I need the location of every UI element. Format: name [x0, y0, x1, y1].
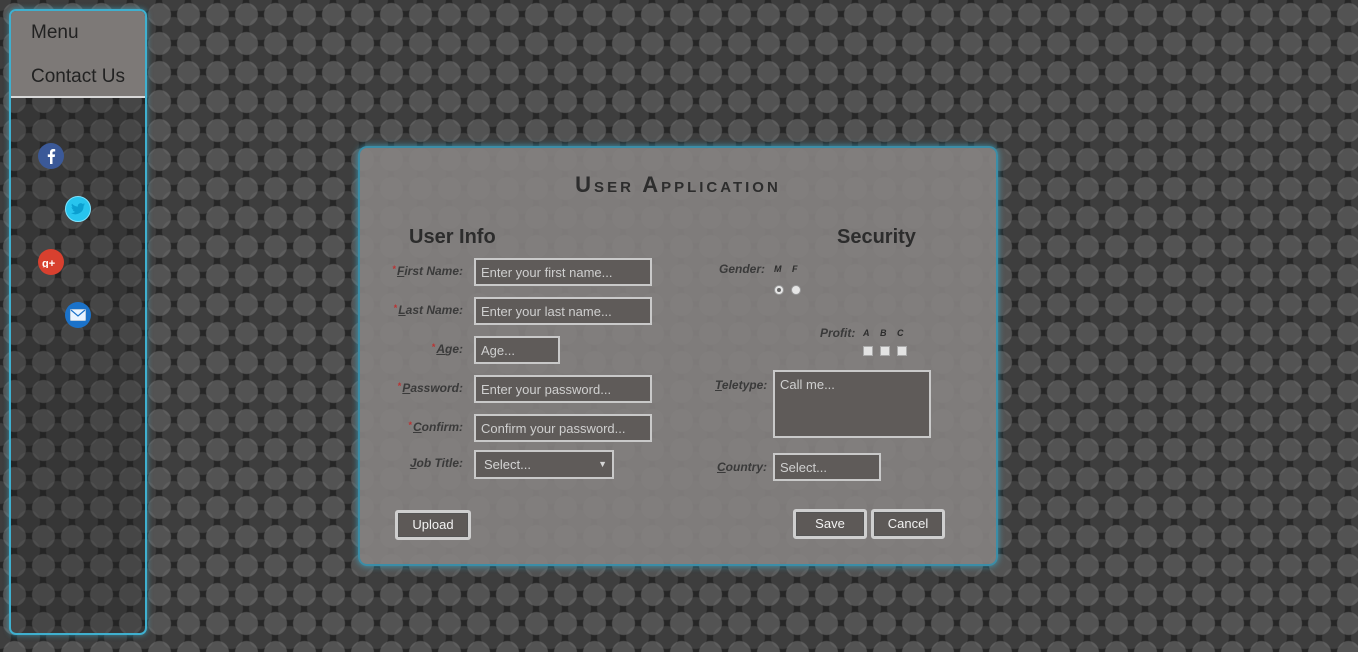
gender-radio-m[interactable] [774, 285, 784, 295]
profit-option-a-label: A [863, 328, 870, 338]
job-title-accesskey: J [409, 456, 417, 470]
sidebar-item-menu[interactable]: Menu [11, 19, 145, 63]
profit-checkbox-b[interactable] [880, 346, 890, 356]
last-name-accesskey: L [398, 303, 406, 317]
profit-option-c-label: C [897, 328, 904, 338]
password-label-text: assword: [410, 381, 463, 395]
profit-label: Profit: [820, 326, 856, 340]
security-heading: Security [837, 226, 916, 248]
confirm-label-text: onfirm: [421, 420, 463, 434]
country-label: Country: [717, 460, 767, 474]
teletype-textarea[interactable] [773, 370, 931, 438]
teletype-label: Teletype: [715, 378, 767, 392]
age-accesskey: A [436, 342, 445, 356]
teletype-accesskey: T [715, 378, 722, 392]
profit-option-b-label: B [880, 328, 887, 338]
age-label: *Age: [432, 342, 463, 356]
form-title: User Application [575, 172, 781, 197]
mail-icon[interactable] [65, 302, 91, 328]
facebook-icon[interactable] [38, 143, 64, 169]
gender-option-m-label: M [774, 264, 782, 274]
required-marker: * [408, 420, 412, 430]
upload-button[interactable]: Upload [395, 510, 471, 540]
age-label-text: ge: [445, 342, 463, 356]
required-marker: * [393, 303, 398, 313]
gender-option-f-label: F [792, 264, 798, 274]
user-info-heading: User Info [409, 226, 496, 248]
sidebar-menu: Menu Contact Us [11, 11, 145, 98]
confirm-password-input[interactable] [474, 414, 652, 442]
required-marker: * [397, 381, 402, 391]
first-name-label: *First Name: [392, 264, 463, 278]
last-name-input[interactable] [474, 297, 652, 325]
sidebar-item-contact-us[interactable]: Contact Us [11, 63, 145, 107]
teletype-label-text: eletype: [721, 378, 768, 392]
last-name-label-text: ast Name: [405, 303, 463, 317]
google-plus-icon[interactable]: g+ [38, 249, 64, 275]
required-marker: * [431, 342, 436, 352]
first-name-input[interactable] [474, 258, 652, 286]
confirm-label: *Confirm: [408, 420, 463, 434]
job-title-value: Select... [484, 457, 531, 472]
user-application-form: User Application User Info Security *Fir… [358, 146, 998, 566]
profit-checkbox-a[interactable] [863, 346, 873, 356]
required-marker: * [392, 264, 396, 274]
password-input[interactable] [474, 375, 652, 403]
first-name-label-text: irst Name: [404, 264, 463, 278]
job-title-select[interactable]: Select... ▼ [474, 450, 614, 479]
save-button[interactable]: Save [793, 509, 867, 539]
confirm-accesskey: C [413, 420, 422, 434]
gender-radio-f[interactable] [791, 285, 801, 295]
twitter-icon[interactable] [65, 196, 91, 222]
chevron-down-icon: ▼ [598, 459, 607, 469]
profit-checkbox-c[interactable] [897, 346, 907, 356]
job-title-label-text: ob Title: [416, 456, 463, 470]
svg-text:g+: g+ [42, 258, 55, 268]
password-label: *Password: [398, 381, 463, 395]
country-accesskey: C [717, 460, 726, 474]
country-label-text: ountry: [725, 460, 767, 474]
last-name-label: *Last Name: [394, 303, 463, 317]
cancel-button[interactable]: Cancel [871, 509, 945, 539]
gender-label: Gender: [719, 262, 766, 276]
job-title-label: Job Title: [410, 456, 463, 470]
age-input[interactable] [474, 336, 560, 364]
country-input[interactable] [773, 453, 881, 481]
sidebar: Menu Contact Us g+ [9, 9, 147, 635]
